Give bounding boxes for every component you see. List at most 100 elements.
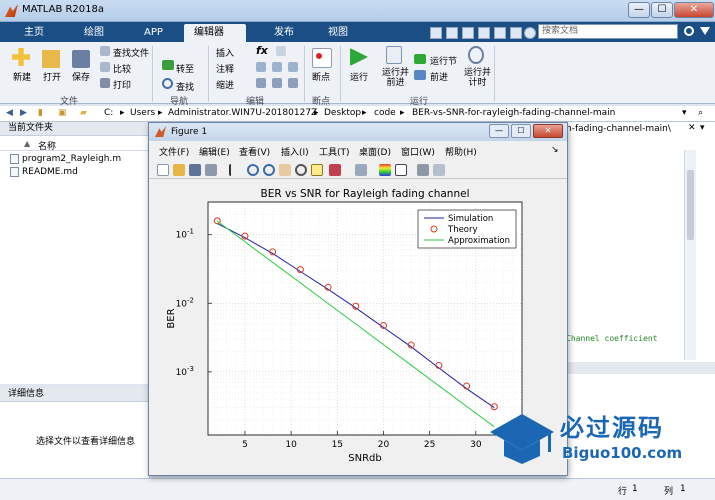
tab-editor[interactable]: 编辑器 bbox=[184, 24, 246, 42]
run-and-time-button[interactable]: 运行并 计时 bbox=[464, 68, 491, 88]
filter-icon[interactable] bbox=[700, 27, 710, 35]
hide-tools-icon[interactable] bbox=[417, 164, 429, 176]
save-quick-icon[interactable] bbox=[430, 27, 442, 39]
legend-label-theory: Theory bbox=[447, 225, 478, 235]
minimize-button[interactable]: — bbox=[628, 2, 650, 18]
run-button[interactable]: 运行 bbox=[350, 70, 368, 83]
details-header: 详细信息 bbox=[0, 388, 150, 402]
path-desktop[interactable]: Desktop bbox=[324, 108, 361, 118]
comment-button[interactable]: 注释 bbox=[216, 62, 234, 75]
current-folder-header: 当前文件夹 bbox=[0, 122, 150, 136]
run-section-button[interactable]: 运行节 bbox=[430, 54, 457, 67]
legend-icon[interactable] bbox=[395, 164, 407, 176]
path-project[interactable]: BER-vs-SNR-for-rayleigh-fading-channel-m… bbox=[412, 108, 615, 118]
up-folder-icon[interactable]: ▮ bbox=[38, 108, 43, 118]
folder-icon: ▰ bbox=[80, 108, 87, 118]
menu-edit[interactable]: 编辑(E) bbox=[199, 145, 230, 158]
search-icon[interactable] bbox=[684, 26, 694, 36]
indent-icon[interactable] bbox=[256, 78, 266, 88]
menu-dock-icon[interactable]: ↘ bbox=[551, 145, 559, 155]
address-search-icon[interactable]: ⌕ bbox=[698, 108, 703, 118]
tab-home[interactable]: 主页 bbox=[14, 24, 54, 42]
show-tools-icon[interactable] bbox=[433, 164, 445, 176]
pan-hand-icon[interactable] bbox=[279, 164, 291, 176]
maximize-button[interactable]: ☐ bbox=[651, 2, 673, 18]
back-arrow-icon[interactable]: ◀ bbox=[6, 108, 13, 118]
redo-quick-icon[interactable] bbox=[510, 27, 522, 39]
editor-collapse-icon[interactable]: ▾ bbox=[700, 123, 705, 133]
print-button[interactable]: 打印 bbox=[113, 78, 131, 91]
rotate-3d-icon[interactable] bbox=[295, 164, 307, 176]
increase-indent-icon[interactable] bbox=[272, 78, 282, 88]
data-cursor-icon[interactable] bbox=[311, 164, 323, 176]
editor-scrollbar[interactable] bbox=[684, 150, 696, 360]
find-files-button[interactable]: 查找文件 bbox=[113, 46, 149, 59]
x-tick-label: 25 bbox=[424, 440, 435, 450]
wrap-comment-icon[interactable] bbox=[288, 62, 298, 72]
close-button[interactable]: ✕ bbox=[674, 2, 714, 18]
tab-publish[interactable]: 发布 bbox=[264, 24, 304, 42]
advance-button[interactable]: 前进 bbox=[430, 70, 448, 83]
address-bar[interactable]: ◀ ▶ ▮ ▣ ▰ C: ▸ Users ▸ Administrator.WIN… bbox=[0, 106, 715, 122]
brush-icon[interactable] bbox=[329, 164, 341, 176]
menu-insert[interactable]: 插入(I) bbox=[281, 145, 309, 158]
path-code[interactable]: code bbox=[374, 108, 396, 118]
colorbar-icon[interactable] bbox=[379, 164, 391, 176]
open-button[interactable]: 打开 bbox=[43, 70, 61, 83]
menu-view[interactable]: 查看(V) bbox=[239, 145, 270, 158]
new-figure-icon[interactable] bbox=[157, 164, 169, 176]
path-admin[interactable]: Administrator.WIN7U-20180127Z bbox=[168, 108, 317, 118]
menu-desktop[interactable]: 桌面(D) bbox=[359, 145, 391, 158]
cut-quick-icon[interactable] bbox=[446, 27, 458, 39]
figure-close-button[interactable]: ✕ bbox=[533, 124, 563, 138]
print-figure-icon[interactable] bbox=[205, 164, 217, 176]
find-button[interactable]: 查找 bbox=[176, 80, 194, 93]
copy-quick-icon[interactable] bbox=[462, 27, 474, 39]
menu-help[interactable]: 帮助(H) bbox=[445, 145, 477, 158]
menu-window[interactable]: 窗口(W) bbox=[401, 145, 435, 158]
link-plot-icon[interactable] bbox=[355, 164, 367, 176]
comment-percent-icon[interactable] bbox=[256, 62, 266, 72]
help-quick-icon[interactable] bbox=[524, 27, 536, 39]
browse-icon[interactable]: ▣ bbox=[58, 108, 67, 118]
forward-arrow-icon[interactable]: ▶ bbox=[20, 108, 27, 118]
uncomment-icon[interactable] bbox=[272, 62, 282, 72]
save-figure-icon[interactable] bbox=[189, 164, 201, 176]
insert-button[interactable]: 插入 bbox=[216, 46, 234, 59]
run-advance-icon bbox=[386, 46, 402, 64]
compare-button[interactable]: 比较 bbox=[113, 62, 131, 75]
decrease-indent-icon[interactable] bbox=[288, 78, 298, 88]
editor-tab-title[interactable]: n-fading-channel-main\ bbox=[566, 124, 671, 134]
path-users[interactable]: Users bbox=[130, 108, 155, 118]
scrollbar-thumb[interactable] bbox=[687, 170, 694, 240]
menu-tools[interactable]: 工具(T) bbox=[319, 145, 350, 158]
run-and-advance-button[interactable]: 运行并 前进 bbox=[382, 68, 409, 88]
figure-minimize-button[interactable]: — bbox=[489, 124, 509, 138]
zoom-out-icon[interactable] bbox=[263, 164, 275, 176]
name-column-header[interactable]: ▲ 名称 bbox=[0, 138, 150, 152]
new-button[interactable]: 新建 bbox=[13, 70, 31, 83]
open-file-icon[interactable] bbox=[173, 164, 185, 176]
breakpoints-button[interactable]: 断点 bbox=[312, 70, 330, 83]
indent-button[interactable]: 缩进 bbox=[216, 78, 234, 91]
insert-function-icon[interactable] bbox=[276, 46, 286, 56]
editor-close-icon[interactable]: ✕ bbox=[688, 123, 696, 133]
fx-icon[interactable]: fx bbox=[256, 44, 268, 57]
goto-button[interactable]: 转至 bbox=[176, 62, 194, 75]
menu-file[interactable]: 文件(F) bbox=[159, 145, 189, 158]
tab-view[interactable]: 视图 bbox=[318, 24, 358, 42]
figure-maximize-button[interactable]: ☐ bbox=[511, 124, 531, 138]
path-drive[interactable]: C: bbox=[104, 108, 113, 118]
address-dropdown-icon[interactable]: ▾ bbox=[682, 108, 687, 118]
paste-quick-icon[interactable] bbox=[478, 27, 490, 39]
edit-plot-icon[interactable] bbox=[229, 164, 241, 176]
save-button[interactable]: 保存 bbox=[72, 70, 90, 83]
tab-apps[interactable]: APP bbox=[134, 24, 173, 42]
zoom-in-icon[interactable] bbox=[247, 164, 259, 176]
figure-title-bar[interactable]: Figure 1 — ☐ ✕ bbox=[149, 123, 567, 141]
file-item[interactable]: program2_Rayleigh.m bbox=[22, 154, 121, 164]
file-item[interactable]: README.md bbox=[22, 167, 78, 177]
tab-plots[interactable]: 绘图 bbox=[74, 24, 114, 42]
search-input[interactable]: 搜索文档 bbox=[538, 24, 678, 39]
undo-quick-icon[interactable] bbox=[494, 27, 506, 39]
